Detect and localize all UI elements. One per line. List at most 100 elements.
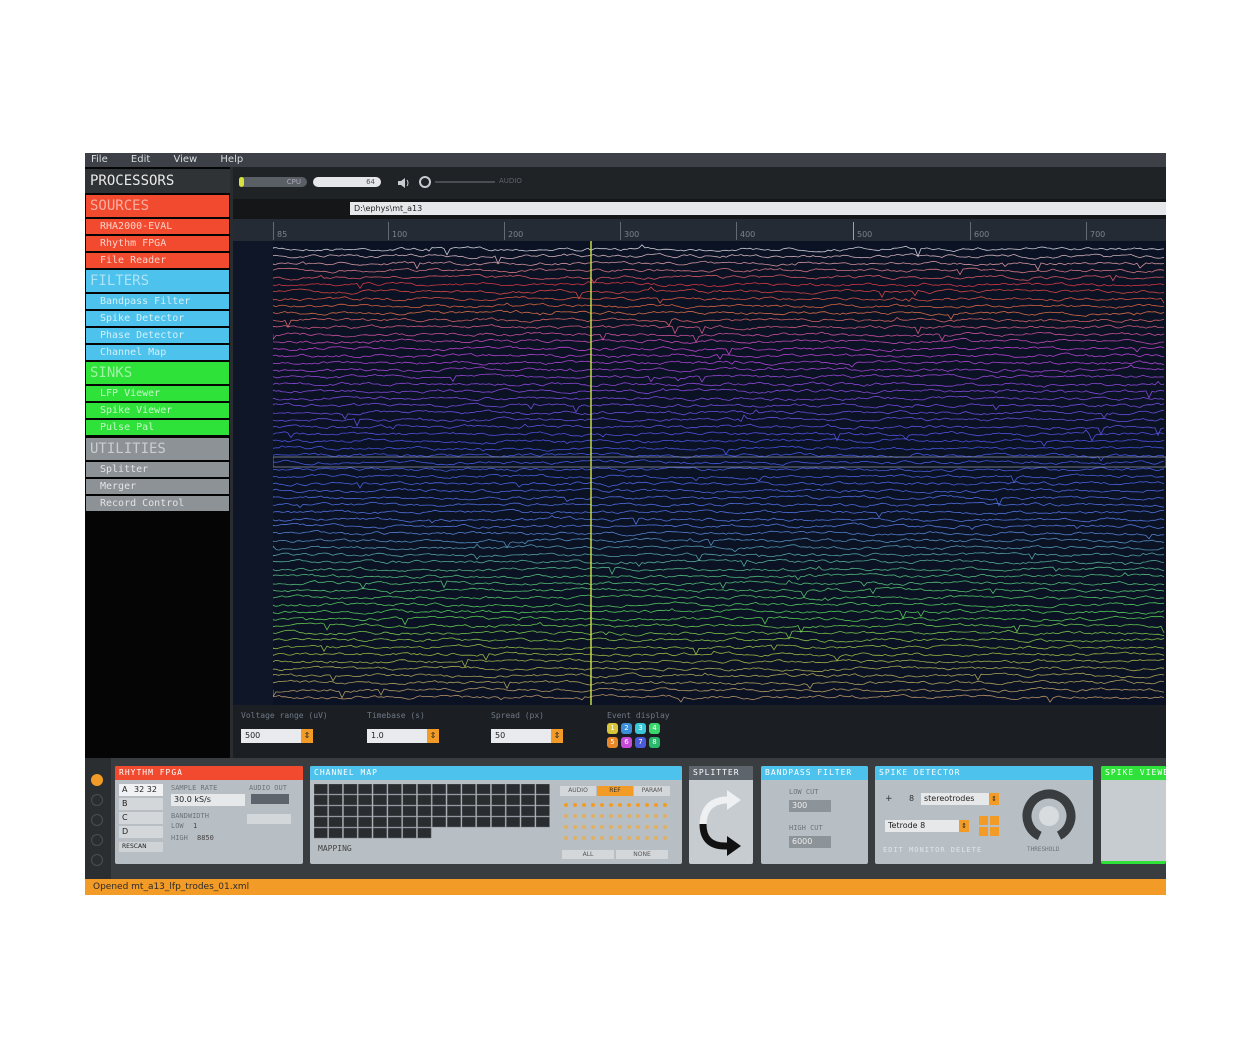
reference-dot[interactable] [645, 825, 649, 829]
timebase-select[interactable]: 1.0 ⇕ [367, 729, 439, 743]
channel-button[interactable] [979, 827, 988, 836]
channel-map-tab-audio[interactable]: AUDIO [560, 786, 596, 796]
channel-cell[interactable] [328, 816, 343, 828]
reference-dot[interactable] [645, 803, 649, 807]
reference-dot[interactable] [564, 825, 568, 829]
category-sinks[interactable]: SINKS [86, 362, 229, 384]
add-electrode-button[interactable]: + [885, 794, 893, 804]
channel-cell[interactable] [328, 805, 343, 817]
speaker-icon[interactable] [397, 175, 411, 189]
menu-help[interactable]: Help [220, 153, 243, 167]
reference-dot[interactable] [591, 814, 595, 818]
channel-cell[interactable] [535, 816, 550, 828]
channel-cell[interactable] [446, 784, 461, 795]
event-channel-button[interactable]: 5 [607, 737, 618, 748]
spike-viewer-editor[interactable]: SPIKE VIEWER [1101, 766, 1166, 864]
category-sources[interactable]: SOURCES [86, 195, 229, 217]
channel-cell[interactable] [402, 816, 417, 828]
reference-dot[interactable] [663, 814, 667, 818]
processor-phase-detector[interactable]: Phase Detector [86, 328, 229, 343]
channel-cell[interactable] [432, 794, 447, 806]
channel-cell[interactable] [358, 816, 373, 828]
bandwidth-low-value[interactable]: 1 [193, 822, 197, 830]
channel-button[interactable] [979, 816, 988, 825]
sample-rate-select[interactable]: 30.0 kS/s [171, 794, 245, 806]
reference-dot[interactable] [609, 825, 613, 829]
channel-cell[interactable] [402, 827, 417, 839]
channel-cell[interactable] [387, 827, 402, 839]
processor-spike-detector[interactable]: Spike Detector [86, 311, 229, 326]
channel-cell[interactable] [387, 805, 402, 817]
volume-slider[interactable] [435, 181, 495, 183]
reference-dot[interactable] [573, 814, 577, 818]
bandwidth-high-value[interactable]: 8850 [197, 834, 214, 842]
channel-map-tab-param[interactable]: PARAM [634, 786, 670, 796]
channel-cell[interactable] [402, 784, 417, 795]
reference-dot[interactable] [573, 825, 577, 829]
channel-cell[interactable] [535, 784, 550, 795]
channel-cell[interactable] [372, 805, 387, 817]
reference-dot[interactable] [600, 803, 604, 807]
channel-cell[interactable] [506, 784, 521, 795]
reference-dot[interactable] [600, 836, 604, 840]
spike-detector-actions[interactable]: EDIT MONITOR DELETE [883, 846, 982, 854]
channel-cell[interactable] [343, 784, 358, 795]
reference-dot[interactable] [609, 836, 613, 840]
electrode-count[interactable]: 8 [909, 794, 914, 803]
processor-spike-viewer[interactable]: Spike Viewer [86, 403, 229, 418]
channel-cell[interactable] [520, 784, 535, 795]
channel-button[interactable] [990, 827, 999, 836]
channel-cell[interactable] [461, 805, 476, 817]
channel-grid[interactable] [314, 784, 552, 840]
splitter-arrows-icon[interactable] [689, 780, 753, 864]
channel-cell[interactable] [432, 816, 447, 828]
channel-cell[interactable] [372, 784, 387, 795]
event-channel-button[interactable]: 6 [621, 737, 632, 748]
channel-cell[interactable] [417, 784, 432, 795]
reference-dot[interactable] [663, 825, 667, 829]
reference-dot[interactable] [573, 836, 577, 840]
timeline-ruler[interactable]: 85 100 200 300 400 500 600 700 [233, 219, 1166, 241]
channel-cell[interactable] [432, 784, 447, 795]
chain-tab[interactable] [91, 834, 103, 846]
channel-cell[interactable] [446, 816, 461, 828]
port-d-row[interactable]: D [119, 826, 163, 838]
channel-cell[interactable] [461, 784, 476, 795]
reference-dot[interactable] [618, 803, 622, 807]
channel-cell[interactable] [387, 784, 402, 795]
channel-cell[interactable] [314, 784, 328, 795]
rescan-button[interactable]: RESCAN [119, 842, 163, 852]
reference-dot[interactable] [645, 814, 649, 818]
reference-dot[interactable] [582, 803, 586, 807]
event-channel-button[interactable]: 4 [649, 723, 660, 734]
channel-button[interactable] [990, 816, 999, 825]
reference-dot[interactable] [582, 814, 586, 818]
channel-cell[interactable] [314, 816, 328, 828]
port-c-row[interactable]: C [119, 812, 163, 824]
reference-dot[interactable] [591, 825, 595, 829]
channel-cell[interactable] [520, 816, 535, 828]
channel-cell[interactable] [372, 794, 387, 806]
channel-cell[interactable] [358, 784, 373, 795]
menu-edit[interactable]: Edit [131, 153, 150, 167]
processor-pulse-pal[interactable]: Pulse Pal [86, 420, 229, 435]
reference-grid[interactable] [562, 800, 670, 846]
channel-cell[interactable] [417, 794, 432, 806]
channel-cell[interactable] [343, 805, 358, 817]
reference-dot[interactable] [582, 825, 586, 829]
processor-record-control[interactable]: Record Control [86, 496, 229, 511]
channel-cell[interactable] [491, 805, 506, 817]
bandpass-filter-editor[interactable]: BANDPASS FILTER LOW CUT 300 HIGH CUT 600… [761, 766, 868, 864]
channel-cell[interactable] [328, 784, 343, 795]
reference-dot[interactable] [636, 836, 640, 840]
audio-out-toggle[interactable] [251, 794, 289, 804]
reference-dot[interactable] [654, 825, 658, 829]
selected-channel-highlight[interactable] [273, 456, 1166, 468]
channel-cell[interactable] [343, 816, 358, 828]
reference-dot[interactable] [636, 814, 640, 818]
reference-dot[interactable] [627, 836, 631, 840]
channel-map-tab-ref[interactable]: REF [597, 786, 633, 796]
volume-knob[interactable] [419, 176, 431, 188]
channel-cell[interactable] [506, 805, 521, 817]
reference-dot[interactable] [654, 814, 658, 818]
